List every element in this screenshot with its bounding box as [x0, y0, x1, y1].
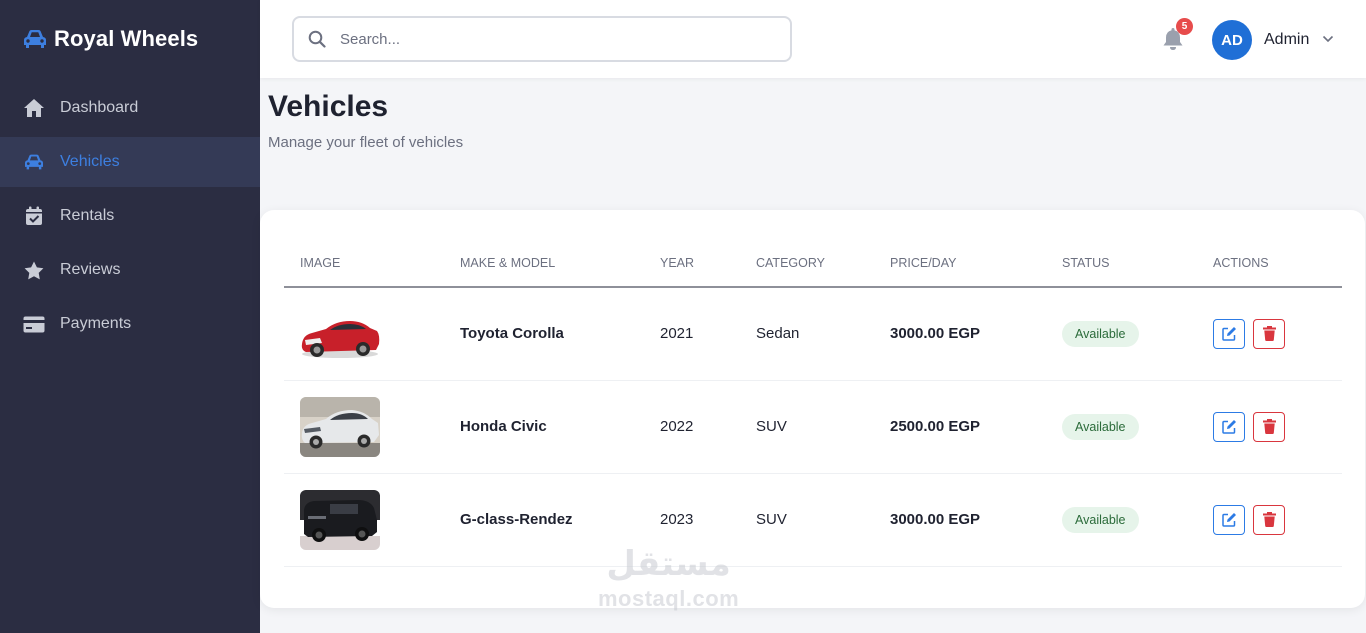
table-row: G-class-Rendez 2023 SUV 3000.00 EGP Avai…: [284, 473, 1342, 567]
status-badge: Available: [1062, 413, 1139, 440]
table-row: Toyota Corolla 2021 Sedan 3000.00 EGP Av…: [284, 287, 1342, 381]
user-name[interactable]: Admin: [1264, 31, 1309, 49]
edit-button[interactable]: [1213, 504, 1245, 535]
sidebar-item-reviews[interactable]: Reviews: [0, 245, 260, 295]
vehicle-category: Sedan: [740, 287, 874, 381]
edit-button[interactable]: [1213, 318, 1245, 349]
page-title: Vehicles: [268, 90, 389, 123]
delete-button[interactable]: [1253, 504, 1286, 535]
search-icon: [308, 30, 326, 48]
sidebar-item-vehicles[interactable]: Vehicles: [0, 137, 260, 187]
trash-icon: [1262, 512, 1276, 527]
column-header-image: IMAGE: [284, 240, 444, 288]
sidebar-item-label: Payments: [60, 315, 132, 332]
sidebar-item-label: Reviews: [60, 261, 121, 278]
star-icon: [22, 260, 46, 280]
car-icon: [22, 152, 46, 172]
vehicle-category: SUV: [740, 380, 874, 474]
status-badge: Available: [1062, 320, 1139, 347]
vehicle-image: [300, 396, 380, 457]
chevron-down-icon[interactable]: [1322, 33, 1334, 45]
watermark-latin: mostaql.com: [598, 586, 740, 611]
column-header-price: PRICE/DAY: [874, 240, 1046, 288]
vehicle-category: SUV: [740, 473, 874, 567]
vehicle-image: [300, 489, 380, 550]
delete-button[interactable]: [1253, 411, 1286, 442]
vehicle-price: 3000.00 EGP: [874, 473, 1046, 567]
credit-card-icon: [22, 314, 46, 334]
sidebar-item-payments[interactable]: Payments: [0, 299, 260, 349]
notification-badge: 5: [1176, 18, 1193, 35]
sidebar-item-label: Vehicles: [60, 153, 120, 170]
vehicle-model: Honda Civic: [444, 380, 644, 474]
edit-button[interactable]: [1213, 411, 1245, 442]
sidebar-nav: Dashboard Vehicles Rentals Reviews Payme…: [0, 83, 260, 349]
edit-icon: [1221, 420, 1236, 434]
watermark: مستقل mostaql.com: [598, 540, 739, 610]
page-subtitle: Manage your fleet of vehicles: [268, 134, 464, 151]
avatar[interactable]: AD: [1212, 20, 1252, 60]
delete-button[interactable]: [1253, 318, 1286, 349]
column-header-make-model: MAKE & MODEL: [444, 240, 644, 288]
column-header-category: CATEGORY: [740, 240, 874, 288]
home-icon: [22, 98, 46, 118]
column-header-year: YEAR: [644, 240, 740, 288]
vehicles-card: IMAGE MAKE & MODEL YEAR CATEGORY PRICE/D…: [260, 210, 1365, 608]
watermark-arabic: مستقل: [606, 544, 731, 584]
sidebar-item-label: Rentals: [60, 207, 115, 224]
brand[interactable]: Royal Wheels: [0, 0, 260, 78]
car-icon: [24, 30, 46, 48]
vehicle-year: 2022: [644, 380, 740, 474]
vehicle-image: [300, 303, 380, 364]
edit-icon: [1221, 327, 1236, 341]
sidebar-item-dashboard[interactable]: Dashboard: [0, 83, 260, 133]
column-header-status: STATUS: [1046, 240, 1197, 288]
vehicle-price: 2500.00 EGP: [874, 380, 1046, 474]
search-box[interactable]: [292, 16, 792, 62]
sidebar: Royal Wheels Dashboard Vehicles Rentals …: [0, 0, 260, 633]
topbar: 5 AD Admin: [260, 0, 1366, 78]
table-header-row: IMAGE MAKE & MODEL YEAR CATEGORY PRICE/D…: [284, 240, 1342, 288]
vehicles-table: IMAGE MAKE & MODEL YEAR CATEGORY PRICE/D…: [284, 240, 1342, 567]
sidebar-item-rentals[interactable]: Rentals: [0, 191, 260, 241]
trash-icon: [1262, 419, 1276, 434]
search-input[interactable]: [340, 30, 760, 48]
vehicle-price: 3000.00 EGP: [874, 287, 1046, 381]
vehicle-year: 2021: [644, 287, 740, 381]
trash-icon: [1262, 326, 1276, 342]
column-header-actions: ACTIONS: [1197, 240, 1342, 288]
calendar-check-icon: [22, 206, 46, 226]
edit-icon: [1221, 513, 1236, 527]
sidebar-item-label: Dashboard: [60, 99, 139, 116]
brand-name: Royal Wheels: [54, 26, 199, 51]
table-row: Honda Civic 2022 SUV 2500.00 EGP Availab…: [284, 380, 1342, 474]
status-badge: Available: [1062, 506, 1139, 533]
vehicle-model: Toyota Corolla: [444, 287, 644, 381]
